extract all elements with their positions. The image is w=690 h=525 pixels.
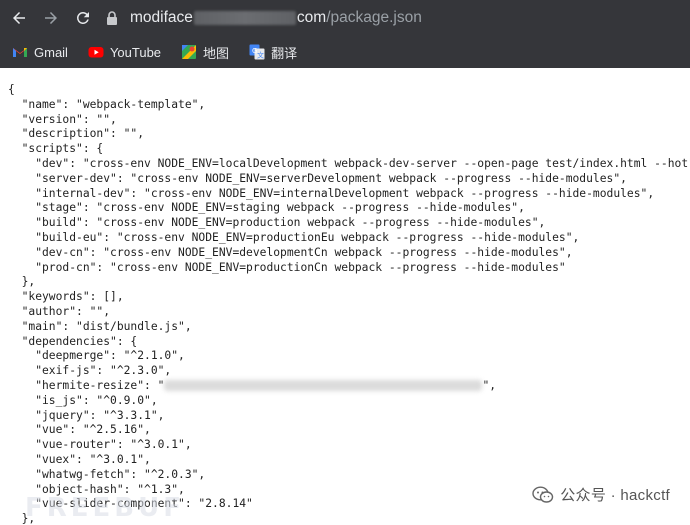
code-line: "description": "", <box>8 127 145 141</box>
code-line: "deepmerge": "^2.1.0", <box>8 349 185 363</box>
wechat-icon <box>532 485 554 503</box>
maps-icon <box>181 44 197 60</box>
code-line: "scripts": { <box>8 142 104 156</box>
code-line: "version": "", <box>8 112 117 126</box>
code-line: "keywords": [], <box>8 290 124 304</box>
code-line: "exif-js": "^2.3.0", <box>8 364 172 378</box>
lock-icon <box>106 11 120 25</box>
browser-chrome: modiface com /package.json Gmail YouTube… <box>0 0 690 68</box>
watermark: 公众号 · hackctf <box>532 484 670 505</box>
arrow-right-icon <box>45 12 57 24</box>
bookmark-label: 翻译 <box>271 45 298 61</box>
gmail-icon <box>12 44 28 60</box>
code-line: "author": "", <box>8 304 111 318</box>
watermark-text: 公众号 · hackctf <box>560 487 670 504</box>
code-line: "build-eu": "cross-env NODE_ENV=producti… <box>8 230 580 244</box>
code-line: "is_js": "^0.9.0", <box>8 393 158 407</box>
code-line: "name": "webpack-template", <box>8 97 206 111</box>
svg-text:文: 文 <box>257 51 264 60</box>
bookmark-youtube[interactable]: YouTube <box>88 44 161 60</box>
bookmark-maps[interactable]: 地图 <box>181 43 229 62</box>
arrow-left-icon <box>13 12 25 24</box>
code-line: "dependencies": { <box>8 334 138 348</box>
code-line: "stage": "cross-env NODE_ENV=staging web… <box>8 201 525 215</box>
url-redaction <box>193 11 296 25</box>
url-host-end: com <box>296 9 327 26</box>
translate-icon: G文 <box>249 44 265 60</box>
redacted-url <box>164 380 483 392</box>
reload-icon <box>76 11 89 24</box>
browser-toolbar: modiface com /package.json <box>0 0 690 36</box>
url-path: /package.json <box>326 9 422 26</box>
code-line: "vuex": "^3.0.1", <box>8 452 151 466</box>
code-line: "server-dev": "cross-env NODE_ENV=server… <box>8 171 627 185</box>
bookmark-gmail[interactable]: Gmail <box>12 44 68 60</box>
page-content: { "name": "webpack-template", "version":… <box>0 68 690 525</box>
code-line: "jquery": "^3.3.1", <box>8 408 165 422</box>
code-line: "internal-dev": "cross-env NODE_ENV=inte… <box>8 186 655 200</box>
address-bar[interactable]: modiface com /package.json <box>106 4 690 32</box>
code-line: "vue": "^2.5.16", <box>8 423 151 437</box>
forward-button[interactable] <box>38 5 64 31</box>
bookmark-translate[interactable]: G文 翻译 <box>249 43 297 62</box>
code-line: "whatwg-fetch": "^2.0.3", <box>8 467 206 481</box>
bookmark-label: YouTube <box>109 44 162 60</box>
code-line-hermite: "hermite-resize": " ", <box>8 379 690 394</box>
code-line: "main": "dist/bundle.js", <box>8 319 192 333</box>
youtube-icon <box>88 44 104 60</box>
hermite-prefix: "hermite-resize": " <box>8 378 165 392</box>
reload-button[interactable] <box>70 5 96 31</box>
bookmarks-bar: Gmail YouTube 地图 G文 翻译 <box>0 36 690 68</box>
code-line: "build": "cross-env NODE_ENV=production … <box>8 216 546 230</box>
watermark-ghost: FREEBUF <box>25 493 185 523</box>
code-line: }, <box>8 275 36 289</box>
hermite-suffix: ", <box>482 378 497 392</box>
code-line: "dev-cn": "cross-env NODE_ENV=developmen… <box>8 245 573 259</box>
json-source: { "name": "webpack-template", "version":… <box>8 83 690 525</box>
bookmark-label: 地图 <box>203 45 230 61</box>
url-host-start: modiface <box>130 9 193 26</box>
bookmark-label: Gmail <box>34 44 68 60</box>
code-line: { <box>8 83 15 96</box>
code-line: "prod-cn": "cross-env NODE_ENV=productio… <box>8 260 566 274</box>
back-button[interactable] <box>6 5 32 31</box>
code-line: "vue-router": "^3.0.1", <box>8 438 192 452</box>
code-line: "dev": "cross-env NODE_ENV=localDevelopm… <box>8 156 690 170</box>
